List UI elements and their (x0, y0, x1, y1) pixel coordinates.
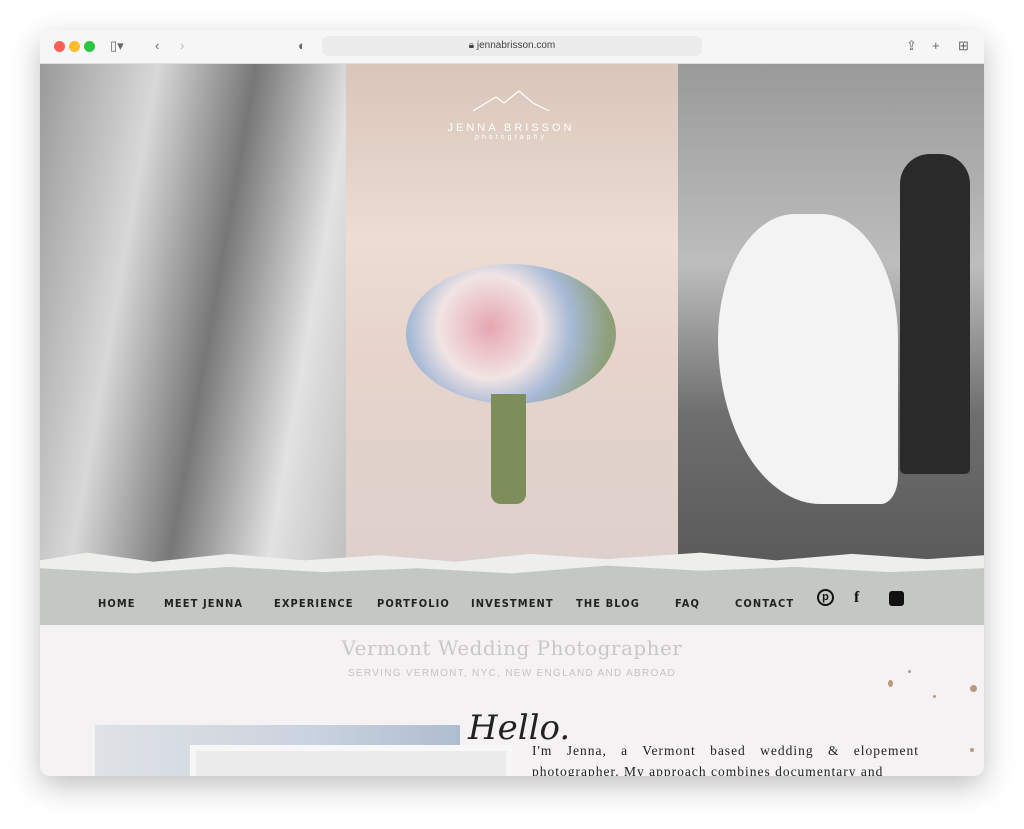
mountain-logo-icon (472, 90, 550, 112)
intro-paragraph: I'm Jenna, a Vermont based wedding & elo… (532, 743, 919, 776)
site-logo[interactable]: JENNA BRISSON photography (446, 89, 576, 141)
bouquet (406, 264, 616, 404)
back-icon[interactable]: ‹ (155, 38, 159, 53)
lock-icon: 🔒︎ (468, 40, 477, 51)
nav-experience[interactable]: EXPERIENCE (274, 597, 354, 610)
intro-photo-frame (190, 745, 512, 776)
photo-bouquet: JENNA BRISSON photography (346, 64, 678, 565)
main-nav: HOME MEET JENNA EXPERIENCE PORTFOLIO INV… (40, 565, 984, 625)
new-tab-icon[interactable]: + (932, 38, 940, 53)
gold-splatter (888, 680, 893, 687)
bouquet-stems (491, 394, 526, 504)
nav-contact[interactable]: CONTACT (735, 597, 794, 610)
forward-icon[interactable]: › (180, 38, 184, 53)
gold-splatter (970, 748, 974, 752)
close-button[interactable] (54, 41, 65, 52)
wedding-dress (718, 214, 898, 504)
nav-portfolio[interactable]: PORTFOLIO (377, 597, 450, 610)
page-subtitle: SERVING VERMONT, NYC, NEW ENGLAND AND AB… (347, 668, 677, 679)
nav-faq[interactable]: FAQ (675, 597, 700, 610)
groom (900, 154, 970, 474)
page-title: Vermont Wedding Photographer (341, 636, 683, 660)
address-bar[interactable]: 🔒︎ jennabrisson.com (322, 36, 702, 56)
tab-overview-icon[interactable]: ⊞ (958, 38, 969, 54)
logo-name: JENNA BRISSON (447, 122, 575, 134)
nav-the-blog[interactable]: THE BLOG (576, 597, 640, 610)
photo-bride-back (40, 64, 346, 565)
photo-couple (678, 64, 984, 565)
logo-sub: photography (475, 134, 547, 141)
shield-icon[interactable]: ◐ (298, 38, 306, 53)
maximize-button[interactable] (84, 41, 95, 52)
gold-splatter (908, 670, 911, 673)
share-icon[interactable]: ⇪ (906, 38, 917, 54)
hero-photos: JENNA BRISSON photography (40, 64, 984, 565)
sidebar-icon[interactable]: ▯▾ (110, 38, 124, 54)
url-text: jennabrisson.com (476, 40, 556, 51)
browser-window: ▯▾ ‹ › ◐ 🔒︎ jennabrisson.com ⇪ + ⊞ JENNA… (40, 30, 984, 776)
facebook-icon[interactable]: f (854, 589, 859, 607)
nav-meet-jenna[interactable]: MEET JENNA (164, 597, 243, 610)
gold-splatter (933, 695, 936, 698)
gold-splatter (970, 685, 977, 692)
pinterest-icon[interactable]: p (817, 589, 834, 606)
nav-investment[interactable]: INVESTMENT (471, 597, 554, 610)
browser-toolbar: ▯▾ ‹ › ◐ 🔒︎ jennabrisson.com ⇪ + ⊞ (40, 30, 984, 64)
instagram-icon[interactable] (889, 591, 904, 606)
nav-home[interactable]: HOME (98, 597, 136, 610)
minimize-button[interactable] (69, 41, 80, 52)
